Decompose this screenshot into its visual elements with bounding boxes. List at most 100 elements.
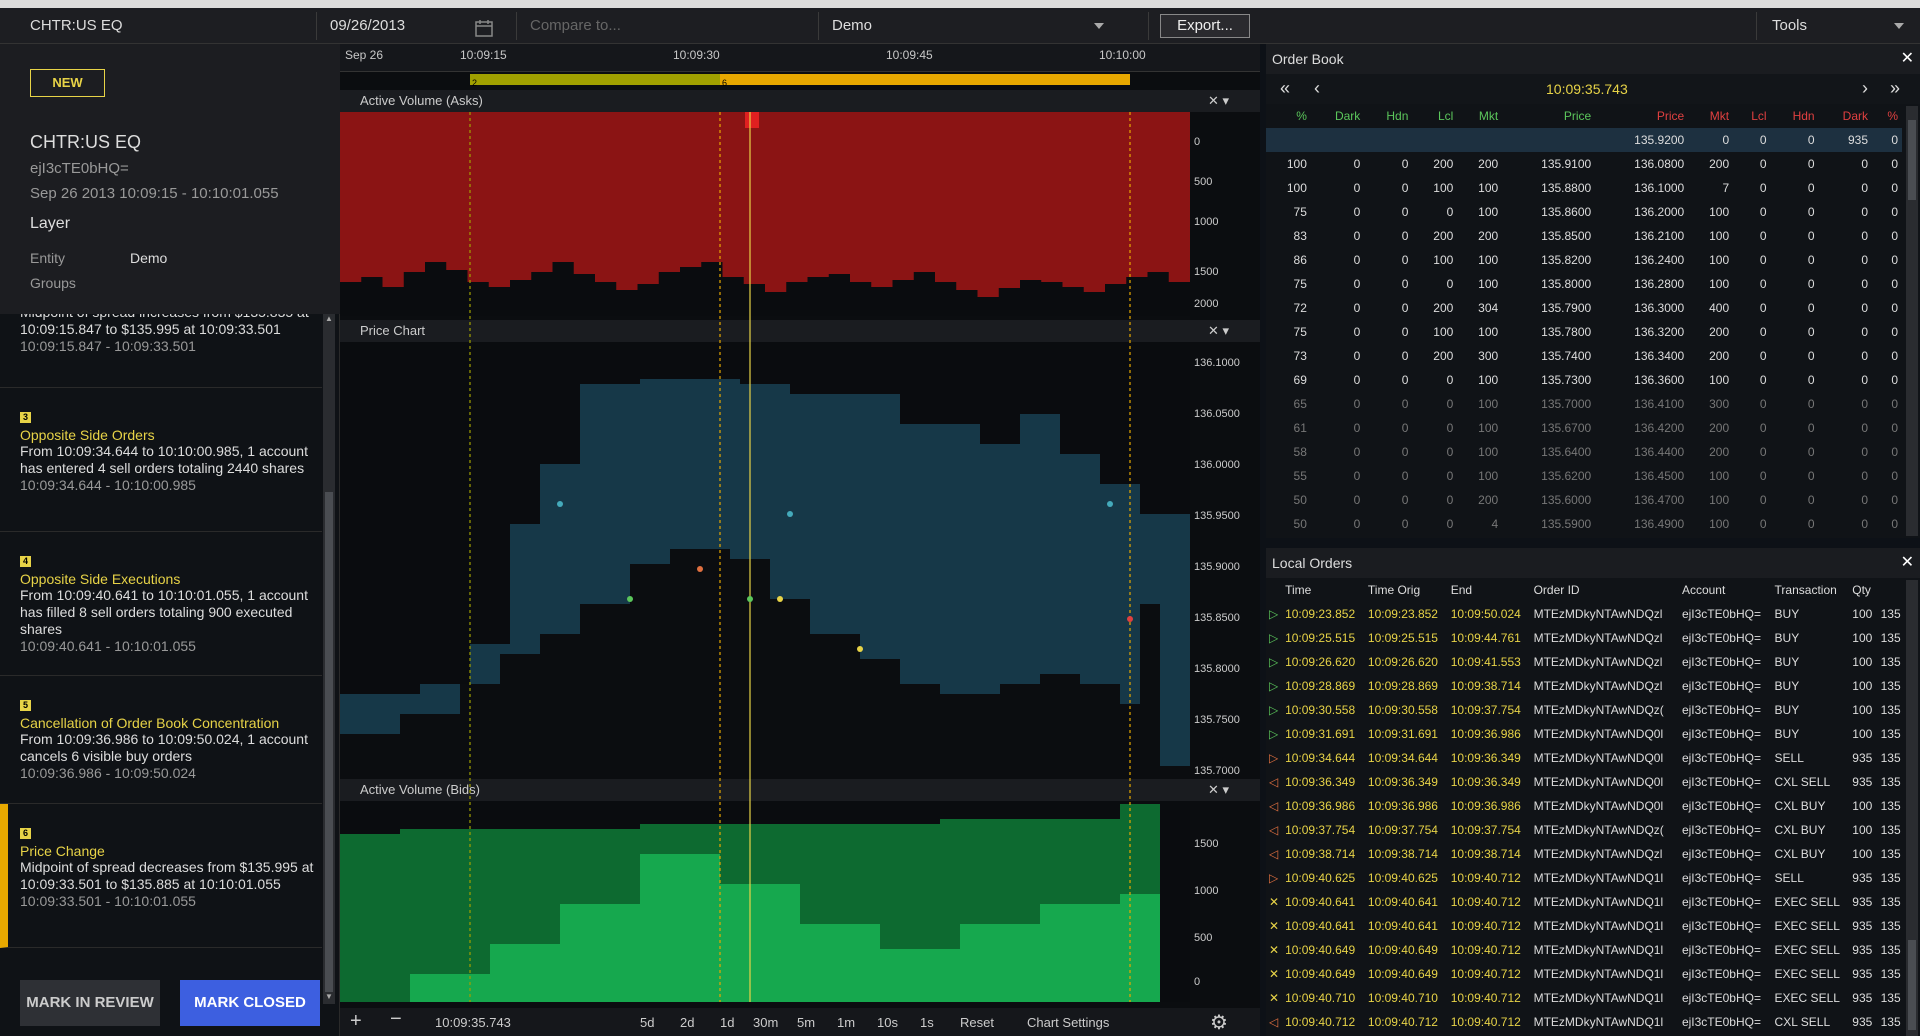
list-item[interactable]: 4 Opposite Side Executions From 10:09:40… bbox=[0, 532, 322, 676]
table-row[interactable]: 72 0 0 200 304 135.7900 136.3000 400 0 0 0 0 bbox=[1266, 296, 1902, 320]
table-cell: 0 bbox=[1353, 181, 1361, 195]
scroll-thumb[interactable] bbox=[325, 492, 333, 992]
chart-canvas[interactable] bbox=[340, 44, 1260, 1008]
first-page-icon[interactable]: « bbox=[1280, 78, 1290, 99]
next-icon[interactable]: › bbox=[1862, 78, 1868, 99]
table-row[interactable]: ◁ 10:09:38.714 10:09:38.714 10:09:38.714 MTE… bbox=[1266, 842, 1906, 866]
date-field[interactable]: 09/26/2013 bbox=[330, 8, 405, 44]
zoom-5m[interactable]: 5m bbox=[797, 1015, 815, 1030]
list-item[interactable]: 5 Cancellation of Order Book Concentrati… bbox=[0, 676, 322, 804]
scroll-down-icon[interactable]: ▼ bbox=[325, 992, 333, 1002]
table-row[interactable]: 73 0 0 200 300 135.7400 136.3400 200 0 0 0 0 bbox=[1266, 344, 1902, 368]
close-icon[interactable]: ✕ bbox=[1901, 44, 1914, 74]
order-book-scrollbar[interactable] bbox=[1906, 106, 1918, 536]
column-header[interactable]: Order ID bbox=[1531, 578, 1679, 602]
table-row[interactable]: 50 0 0 0 200 135.6000 136.4700 100 0 0 0 0 bbox=[1266, 488, 1902, 512]
list-item-selected[interactable]: 6 Price Change Midpoint of spread decrea… bbox=[0, 804, 322, 948]
table-row[interactable]: 100 0 0 100 100 135.8800 136.1000 7 0 0 0 0 bbox=[1266, 176, 1902, 200]
zoom-1d[interactable]: 1d bbox=[720, 1015, 734, 1030]
table-row[interactable]: 86 0 0 100 100 135.8200 136.2400 100 0 0 0 0 bbox=[1266, 248, 1902, 272]
zoom-30m[interactable]: 30m bbox=[753, 1015, 778, 1030]
table-row[interactable]: 58 0 0 0 100 135.6400 136.4400 200 0 0 0 0 bbox=[1266, 440, 1902, 464]
reset-button[interactable]: Reset bbox=[960, 1015, 994, 1030]
zoom-out-icon[interactable]: − bbox=[390, 1008, 402, 1031]
column-header[interactable]: Price bbox=[1595, 104, 1688, 128]
table-row[interactable]: ✕ 10:09:40.649 10:09:40.649 10:09:40.712 MTE… bbox=[1266, 962, 1906, 986]
column-header[interactable]: Lcl bbox=[1412, 104, 1457, 128]
table-row[interactable]: ✕ 10:09:40.641 10:09:40.641 10:09:40.712 MTE… bbox=[1266, 890, 1906, 914]
chart-settings-button[interactable]: Chart Settings bbox=[1027, 1015, 1109, 1030]
mark-closed-button[interactable]: MARK CLOSED bbox=[180, 980, 320, 1026]
prev-icon[interactable]: ‹ bbox=[1314, 78, 1320, 99]
column-header[interactable] bbox=[1878, 578, 1906, 602]
symbol-field[interactable]: CHTR:US EQ bbox=[30, 8, 123, 44]
table-row[interactable]: ▷ 10:09:25.515 10:09:25.515 10:09:44.761 MTE… bbox=[1266, 626, 1906, 650]
gear-icon[interactable]: ⚙ bbox=[1210, 1010, 1228, 1035]
table-row[interactable]: 61 0 0 0 100 135.6700 136.4200 200 0 0 0 0 bbox=[1266, 416, 1902, 440]
table-row[interactable]: 100 0 0 200 200 135.9100 136.0800 200 0 0 0 0 bbox=[1266, 152, 1902, 176]
column-header[interactable]: Dark bbox=[1311, 104, 1364, 128]
scroll-thumb[interactable] bbox=[1908, 120, 1916, 200]
alert-scrollbar[interactable]: ▲ ▼ bbox=[323, 314, 335, 1004]
table-row[interactable]: ▷ 10:09:40.625 10:09:40.625 10:09:40.712 MTE… bbox=[1266, 866, 1906, 890]
zoom-10s[interactable]: 10s bbox=[877, 1015, 898, 1030]
column-header[interactable]: Mkt bbox=[1688, 104, 1733, 128]
column-header[interactable]: % bbox=[1266, 104, 1311, 128]
column-header[interactable]: Dark bbox=[1819, 104, 1872, 128]
zoom-1s[interactable]: 1s bbox=[920, 1015, 934, 1030]
column-header[interactable]: End bbox=[1448, 578, 1531, 602]
scroll-thumb[interactable] bbox=[1908, 940, 1916, 1030]
last-page-icon[interactable]: » bbox=[1890, 78, 1900, 99]
calendar-icon[interactable] bbox=[474, 16, 494, 37]
table-row[interactable]: 55 0 0 0 100 135.6200 136.4500 100 0 0 0 0 bbox=[1266, 464, 1902, 488]
zoom-1m[interactable]: 1m bbox=[837, 1015, 855, 1030]
column-header[interactable]: Account bbox=[1679, 578, 1772, 602]
column-header[interactable]: Time Orig bbox=[1365, 578, 1448, 602]
table-row[interactable]: 69 0 0 0 100 135.7300 136.3600 100 0 0 0 0 bbox=[1266, 368, 1902, 392]
column-header[interactable]: Price bbox=[1502, 104, 1595, 128]
mark-in-review-button[interactable]: MARK IN REVIEW bbox=[20, 980, 160, 1026]
table-row[interactable]: ✕ 10:09:40.641 10:09:40.641 10:09:40.712 MTE… bbox=[1266, 914, 1906, 938]
table-row[interactable]: ▷ 10:09:34.644 10:09:34.644 10:09:36.349 MTE… bbox=[1266, 746, 1906, 770]
table-row[interactable]: ◁ 10:09:37.754 10:09:37.754 10:09:37.754 MTE… bbox=[1266, 818, 1906, 842]
scroll-up-icon[interactable]: ▲ bbox=[325, 314, 333, 324]
table-row[interactable]: 75 0 0 100 100 135.7800 136.3200 200 0 0 0 0 bbox=[1266, 320, 1902, 344]
column-header[interactable]: Mkt bbox=[1457, 104, 1502, 128]
compare-input[interactable]: Compare to... bbox=[530, 8, 621, 44]
tools-menu[interactable]: Tools bbox=[1772, 8, 1912, 44]
table-row[interactable]: 50 0 0 0 4 135.5900 136.4900 100 0 0 0 0 bbox=[1266, 512, 1902, 536]
column-header[interactable]: % bbox=[1872, 104, 1902, 128]
column-header[interactable]: Lcl bbox=[1733, 104, 1770, 128]
table-row[interactable]: 65 0 0 0 100 135.7000 136.4100 300 0 0 0 0 bbox=[1266, 392, 1902, 416]
column-header[interactable]: Time bbox=[1282, 578, 1365, 602]
table-row[interactable]: 135.9200 0 0 0 935 0 bbox=[1266, 128, 1902, 152]
table-row[interactable]: ▷ 10:09:30.558 10:09:30.558 10:09:37.754 MTE… bbox=[1266, 698, 1906, 722]
table-row[interactable]: ▷ 10:09:23.852 10:09:23.852 10:09:50.024 MTE… bbox=[1266, 602, 1906, 626]
layer-select[interactable]: Demo bbox=[832, 8, 1104, 44]
local-orders-scrollbar[interactable] bbox=[1906, 580, 1918, 1036]
table-row[interactable]: ✕ 10:09:40.649 10:09:40.649 10:09:40.712 MTE… bbox=[1266, 938, 1906, 962]
table-row[interactable]: 75 0 0 0 100 135.8000 136.2800 100 0 0 0 0 bbox=[1266, 272, 1902, 296]
export-button[interactable]: Export... bbox=[1160, 14, 1250, 38]
zoom-5d[interactable]: 5d bbox=[640, 1015, 654, 1030]
table-cell: 10:09:40.712 bbox=[1367, 1015, 1438, 1029]
list-item[interactable]: 3 Opposite Side Orders From 10:09:34.644… bbox=[0, 388, 322, 532]
column-header[interactable]: Hdn bbox=[1364, 104, 1412, 128]
zoom-2d[interactable]: 2d bbox=[680, 1015, 694, 1030]
column-header[interactable]: Hdn bbox=[1771, 104, 1819, 128]
table-row[interactable]: 75 0 0 0 100 135.8600 136.2000 100 0 0 0 0 bbox=[1266, 200, 1902, 224]
table-row[interactable]: ▷ 10:09:31.691 10:09:31.691 10:09:36.986 MTE… bbox=[1266, 722, 1906, 746]
table-row[interactable]: ✕ 10:09:40.710 10:09:40.710 10:09:40.712 MTE… bbox=[1266, 986, 1906, 1010]
table-row[interactable]: 83 0 0 200 200 135.8500 136.2100 100 0 0 0 0 bbox=[1266, 224, 1902, 248]
table-row[interactable]: ◁ 10:09:36.986 10:09:36.986 10:09:36.986 MTE… bbox=[1266, 794, 1906, 818]
zoom-in-icon[interactable]: + bbox=[350, 1010, 362, 1033]
table-row[interactable]: ◁ 10:09:36.349 10:09:36.349 10:09:36.349 MTE… bbox=[1266, 770, 1906, 794]
column-header[interactable]: Qty bbox=[1849, 578, 1877, 602]
close-icon[interactable]: ✕ bbox=[1901, 548, 1914, 578]
table-cell: 935 bbox=[1852, 943, 1873, 957]
table-row[interactable]: ▷ 10:09:26.620 10:09:26.620 10:09:41.553 MTE… bbox=[1266, 650, 1906, 674]
list-item[interactable]: Midpoint of spread increases from $135.8… bbox=[0, 314, 322, 388]
table-row[interactable]: ◁ 10:09:40.712 10:09:40.712 10:09:40.712 MTE… bbox=[1266, 1010, 1906, 1034]
column-header[interactable]: Transaction bbox=[1772, 578, 1850, 602]
table-row[interactable]: ▷ 10:09:28.869 10:09:28.869 10:09:38.714 MTE… bbox=[1266, 674, 1906, 698]
